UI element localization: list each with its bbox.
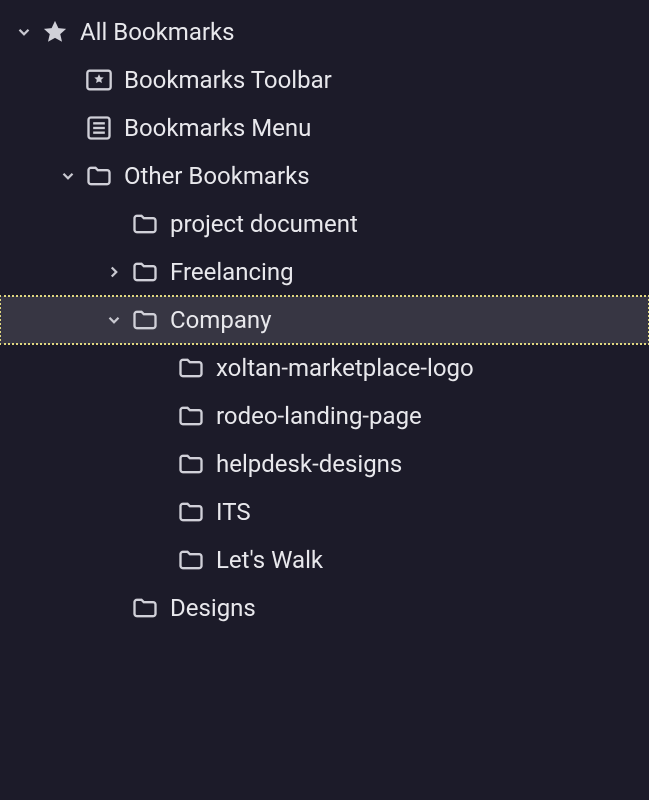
tree-item-label: project document — [170, 210, 358, 238]
chevron-right-icon[interactable] — [100, 258, 128, 286]
folder-icon — [128, 255, 162, 289]
tree-item-all-bookmarks[interactable]: All Bookmarks — [0, 8, 649, 56]
tree-item-label: rodeo-landing-page — [216, 402, 422, 430]
tree-item-label: Bookmarks Toolbar — [124, 66, 332, 94]
tree-item-label: Company — [170, 306, 272, 334]
tree-item-freelancing[interactable]: Freelancing — [0, 248, 649, 296]
folder-icon — [174, 399, 208, 433]
tree-item-label: Let's Walk — [216, 546, 323, 574]
chevron-down-icon[interactable] — [100, 306, 128, 334]
folder-icon — [174, 495, 208, 529]
tree-item-label: Designs — [170, 594, 256, 622]
folder-icon — [174, 447, 208, 481]
chevron-down-icon[interactable] — [54, 162, 82, 190]
tree-item-its[interactable]: ITS — [0, 488, 649, 536]
tree-item-bookmarks-menu[interactable]: Bookmarks Menu — [0, 104, 649, 152]
folder-icon — [128, 591, 162, 625]
folder-icon — [174, 351, 208, 385]
tree-item-label: Other Bookmarks — [124, 162, 310, 190]
tree-item-label: Bookmarks Menu — [124, 114, 311, 142]
tree-item-lets-walk[interactable]: Let's Walk — [0, 536, 649, 584]
tree-item-label: Freelancing — [170, 258, 294, 286]
menu-icon — [82, 111, 116, 145]
chevron-down-icon[interactable] — [10, 18, 38, 46]
tree-item-helpdesk-designs[interactable]: helpdesk-designs — [0, 440, 649, 488]
toolbar-icon — [82, 63, 116, 97]
star-icon — [38, 15, 72, 49]
tree-item-project-document[interactable]: project document — [0, 200, 649, 248]
tree-item-label: ITS — [216, 498, 251, 526]
tree-item-label: All Bookmarks — [80, 18, 235, 46]
tree-item-other-bookmarks[interactable]: Other Bookmarks — [0, 152, 649, 200]
tree-item-label: helpdesk-designs — [216, 450, 402, 478]
tree-item-rodeo-landing-page[interactable]: rodeo-landing-page — [0, 392, 649, 440]
folder-icon — [82, 159, 116, 193]
bookmarks-tree: All Bookmarks Bookmarks Toolbar Bookmark… — [0, 0, 649, 640]
tree-item-company[interactable]: Company — [0, 296, 649, 344]
folder-icon — [128, 303, 162, 337]
tree-item-bookmarks-toolbar[interactable]: Bookmarks Toolbar — [0, 56, 649, 104]
tree-item-designs[interactable]: Designs — [0, 584, 649, 632]
folder-icon — [128, 207, 162, 241]
folder-icon — [174, 543, 208, 577]
tree-item-label: xoltan-marketplace-logo — [216, 354, 474, 382]
tree-item-xoltan-marketplace-logo[interactable]: xoltan-marketplace-logo — [0, 344, 649, 392]
